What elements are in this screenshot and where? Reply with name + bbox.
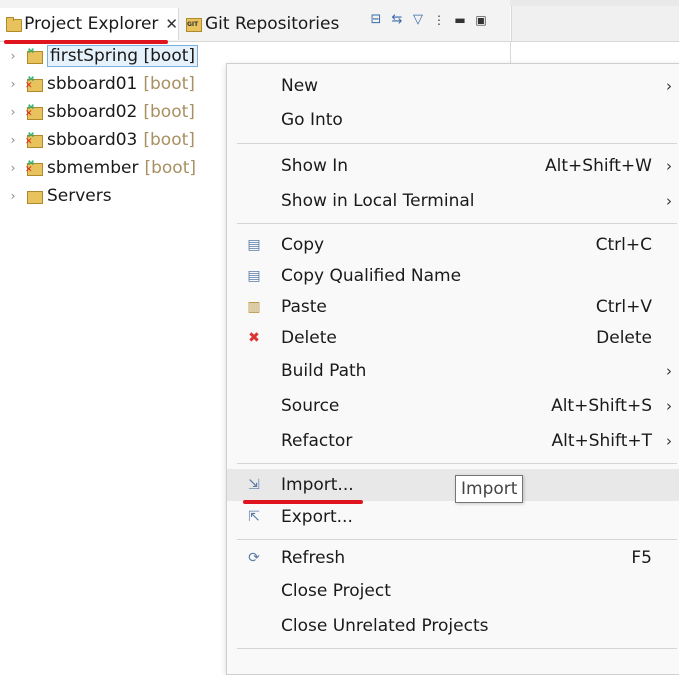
- tree-item-label: sbmember: [47, 158, 139, 178]
- tree-item-servers[interactable]: › Servers: [0, 183, 112, 209]
- tree-item-sbboard02[interactable]: › M sbboard02 [boot]: [0, 99, 195, 125]
- project-explorer-icon: [5, 16, 23, 32]
- menu-separator: [237, 143, 677, 144]
- boot-tag: [boot]: [144, 158, 196, 178]
- menu-item-paste[interactable]: Paste Ctrl+V: [227, 291, 679, 323]
- submenu-arrow-icon: ›: [666, 157, 672, 175]
- menu-item-import[interactable]: ⇲ Import...: [227, 469, 679, 501]
- project-error-icon: M: [25, 104, 43, 120]
- tab-git-repositories-label: Git Repositories: [205, 14, 340, 34]
- copy-qualified-name-icon: ▤: [247, 268, 261, 284]
- tree-item-firstspring[interactable]: › M firstSpring [boot]: [0, 43, 199, 69]
- project-icon: M: [26, 48, 43, 64]
- chevron-right-icon[interactable]: ›: [6, 161, 20, 175]
- paste-icon: [245, 298, 263, 316]
- menu-item-copy[interactable]: Copy Ctrl+C: [227, 229, 679, 261]
- menu-item-go-into[interactable]: Go Into: [227, 104, 679, 136]
- menu-item-build-path[interactable]: Build Path ›: [227, 355, 679, 387]
- menu-separator: [237, 539, 677, 540]
- menu-item-copy-qualified-name[interactable]: ▤ Copy Qualified Name: [227, 260, 679, 292]
- link-with-editor-icon[interactable]: ⇆: [389, 12, 405, 28]
- submenu-arrow-icon: ›: [666, 432, 672, 450]
- folder-icon: [26, 188, 43, 204]
- chevron-right-icon[interactable]: ›: [6, 133, 20, 147]
- menu-separator: [237, 648, 677, 649]
- tree-item-sbmember[interactable]: › M sbmember [boot]: [0, 155, 196, 181]
- menu-item-close-project[interactable]: Close Project: [227, 575, 679, 607]
- tree-item-label: sbboard02: [47, 102, 138, 122]
- chevron-right-icon[interactable]: ›: [6, 77, 20, 91]
- collapse-all-icon[interactable]: ⊟: [368, 12, 384, 28]
- refresh-icon: ⟳: [248, 550, 260, 566]
- close-icon[interactable]: ✕: [165, 16, 178, 32]
- context-menu: New › Go Into Show In Alt+Shift+W › Show…: [226, 63, 679, 675]
- minimize-icon[interactable]: ▬: [452, 12, 468, 28]
- git-repositories-icon: GIT: [185, 16, 202, 32]
- boot-tag: [boot]: [143, 102, 195, 122]
- export-icon: ⇱: [248, 509, 260, 525]
- tree-item-label: sbboard01: [47, 74, 138, 94]
- chevron-right-icon[interactable]: ›: [6, 105, 20, 119]
- menu-separator: [237, 223, 677, 224]
- tab-project-explorer[interactable]: Project Explorer ✕: [0, 8, 179, 40]
- tab-git-repositories[interactable]: GIT Git Repositories: [180, 8, 340, 40]
- project-error-icon: M: [25, 132, 43, 148]
- delete-icon: ✖: [248, 330, 260, 346]
- maximize-icon[interactable]: ▣: [473, 12, 489, 28]
- menu-item-show-local-terminal[interactable]: Show in Local Terminal ›: [227, 185, 679, 217]
- menu-item-source[interactable]: Source Alt+Shift+S ›: [227, 390, 679, 422]
- filter-icon[interactable]: ▽: [410, 12, 426, 28]
- view-toolbar: ⊟ ⇆ ▽ ⋮ ▬ ▣: [368, 10, 489, 30]
- tree-item-sbboard01[interactable]: › M sbboard01 [boot]: [0, 71, 195, 97]
- submenu-arrow-icon: ›: [666, 397, 672, 415]
- submenu-arrow-icon: ›: [666, 362, 672, 380]
- submenu-arrow-icon: ›: [666, 77, 672, 95]
- submenu-arrow-icon: ›: [666, 192, 672, 210]
- tree-item-sbboard03[interactable]: › M sbboard03 [boot]: [0, 127, 195, 153]
- menu-item-new[interactable]: New ›: [227, 70, 679, 102]
- import-icon: ⇲: [248, 477, 260, 493]
- red-annotation-underline-import: [243, 500, 363, 504]
- chevron-right-icon[interactable]: ›: [6, 189, 20, 203]
- tree-item-label: Servers: [47, 186, 112, 206]
- project-error-icon: M: [25, 76, 43, 92]
- tree-item-label: firstSpring [boot]: [47, 45, 199, 67]
- tooltip: Import: [455, 475, 524, 503]
- copy-icon: [245, 236, 263, 254]
- boot-tag: [boot]: [143, 130, 195, 150]
- menu-item-refresh[interactable]: ⟳ Refresh F5: [227, 542, 679, 574]
- tree-item-label: sbboard03: [47, 130, 138, 150]
- chevron-right-icon[interactable]: ›: [6, 49, 20, 63]
- view-menu-icon[interactable]: ⋮: [431, 12, 447, 28]
- menu-item-show-in[interactable]: Show In Alt+Shift+W ›: [227, 150, 679, 182]
- boot-tag: [boot]: [143, 74, 195, 94]
- editor-area-header: [511, 6, 679, 42]
- menu-separator: [237, 463, 677, 464]
- menu-item-delete[interactable]: ✖ Delete Delete: [227, 322, 679, 354]
- tab-project-explorer-label: Project Explorer: [24, 14, 159, 34]
- project-error-icon: M: [25, 160, 43, 176]
- menu-item-close-unrelated-projects[interactable]: Close Unrelated Projects: [227, 610, 679, 642]
- menu-item-export[interactable]: ⇱ Export...: [227, 501, 679, 533]
- menu-item-refactor[interactable]: Refactor Alt+Shift+T ›: [227, 425, 679, 457]
